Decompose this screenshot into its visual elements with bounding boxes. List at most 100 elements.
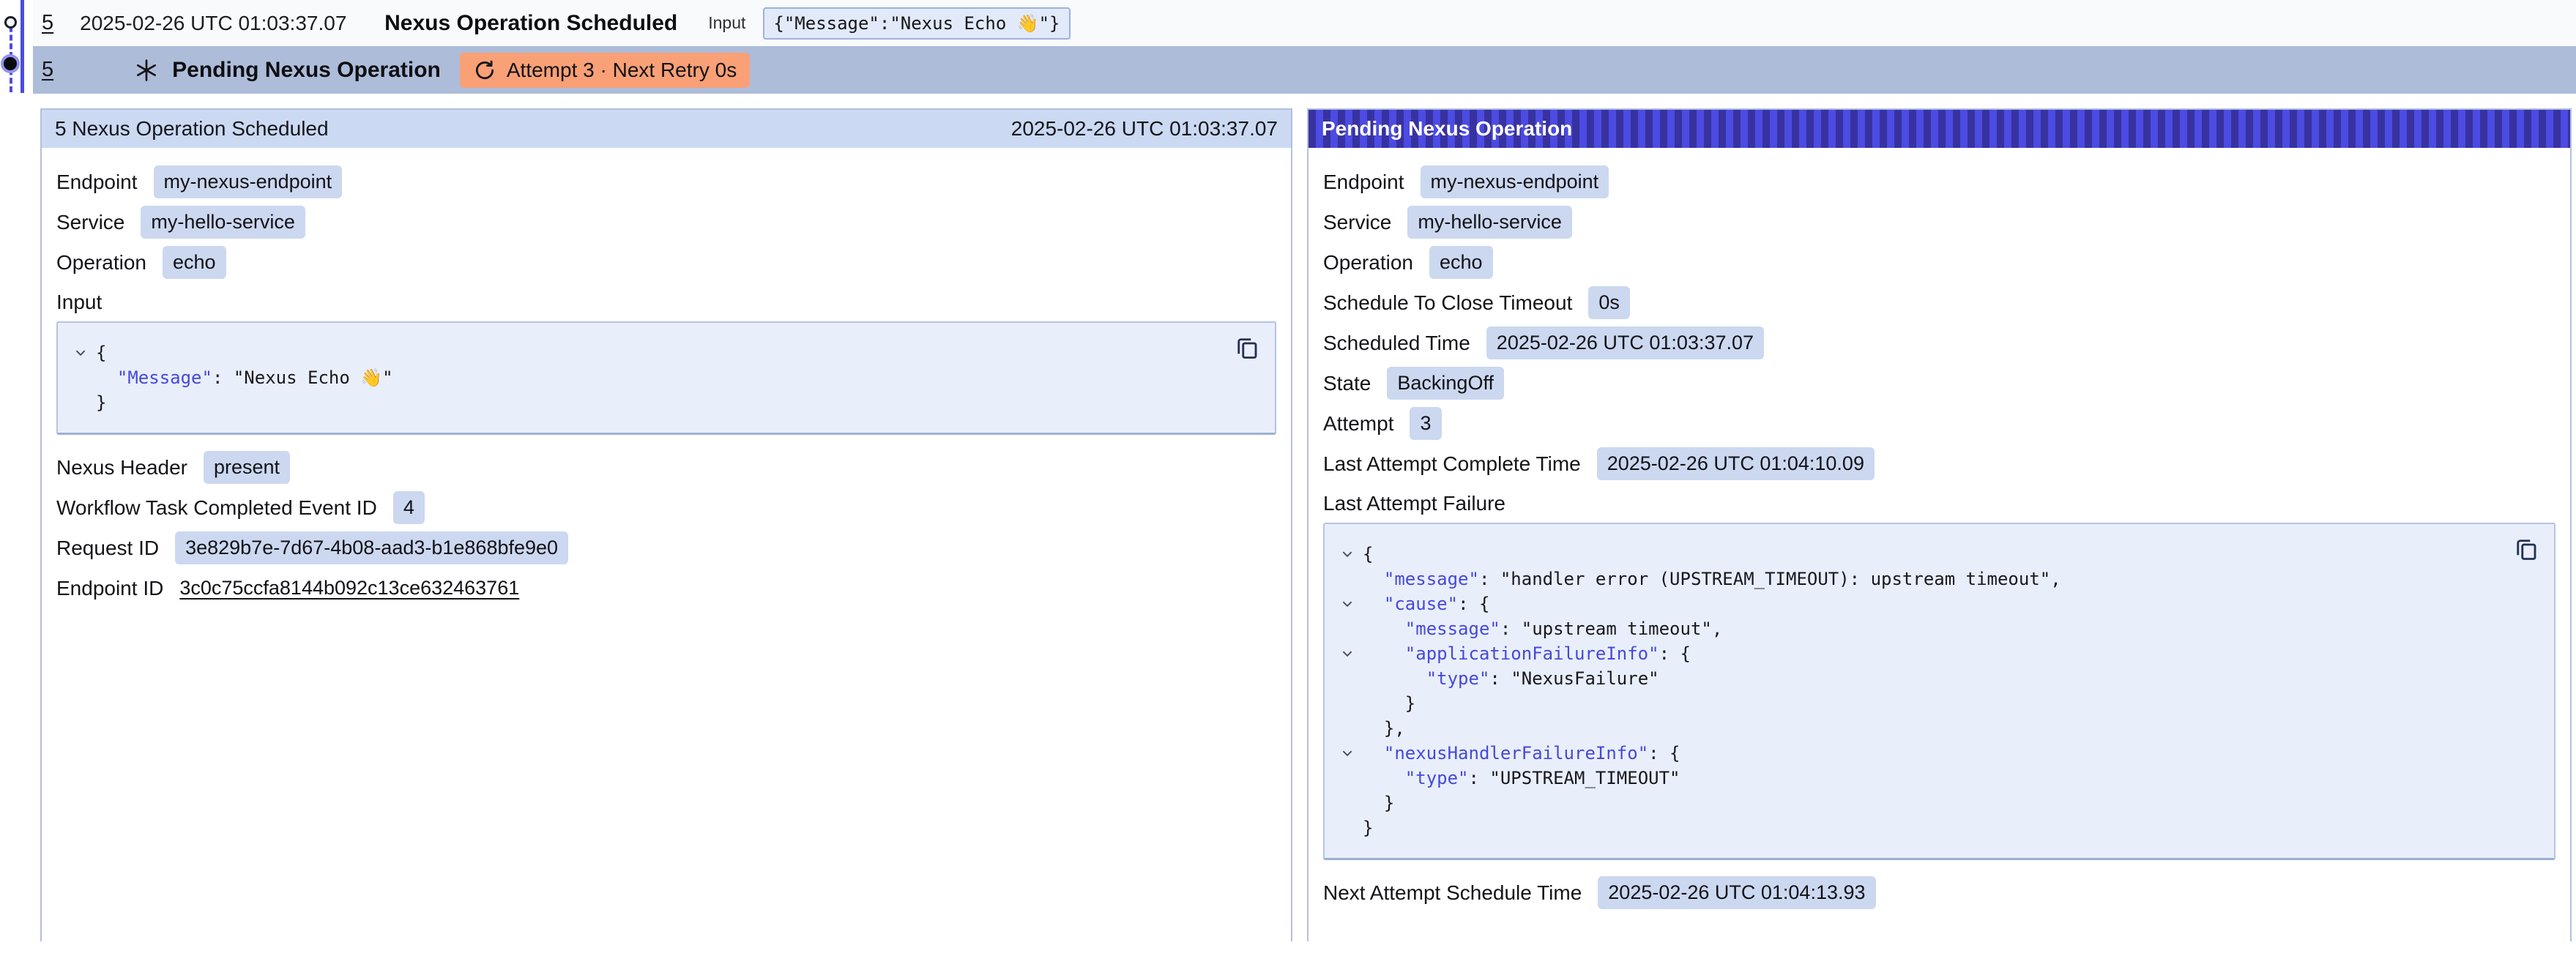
- event-title: Nexus Operation Scheduled: [384, 11, 677, 36]
- endpoint-id-link[interactable]: 3c0c75ccfa8144b092c13ce632463761: [179, 577, 519, 600]
- scheduled-panel-timestamp: 2025-02-26 UTC 01:03:37.07: [1011, 117, 1278, 141]
- field-row: Schedule To Close Timeout 0s: [1323, 286, 2555, 319]
- field-row: Service my-hello-service: [56, 206, 1276, 239]
- field-row: Operation echo: [56, 246, 1276, 279]
- field-value-chip: my-hello-service: [141, 206, 305, 239]
- field-row: Service my-hello-service: [1323, 206, 2555, 239]
- retry-status-badge: Attempt 3 · Next Retry 0s: [460, 53, 750, 88]
- code-line: "type": "UPSTREAM_TIMEOUT": [1332, 766, 2503, 791]
- field-label: Workflow Task Completed Event ID: [56, 496, 377, 520]
- code-line: }: [1332, 815, 2503, 840]
- code-line: "message": "handler error (UPSTREAM_TIME…: [1332, 567, 2503, 591]
- code-line: "applicationFailureInfo": {: [1332, 641, 2503, 666]
- field-value-chip: 2025-02-26 UTC 01:03:37.07: [1486, 326, 1764, 359]
- field-label: Last Attempt Complete Time: [1323, 452, 1581, 476]
- pending-panel-title: Pending Nexus Operation: [1322, 117, 1572, 141]
- field-value-chip: 2025-02-26 UTC 01:04:10.09: [1597, 447, 1875, 480]
- scheduled-panel-header: 5 Nexus Operation Scheduled 2025-02-26 U…: [42, 110, 1291, 148]
- field-row: Endpoint my-nexus-endpoint: [1323, 165, 2555, 198]
- code-line: },: [1332, 716, 2503, 741]
- field-label: Endpoint: [1323, 171, 1404, 194]
- field-value-chip: present: [204, 451, 290, 484]
- collapse-chevron-icon[interactable]: [65, 346, 96, 359]
- field-label: Endpoint: [56, 171, 138, 194]
- field-value-chip: my-nexus-endpoint: [1421, 165, 1609, 198]
- field-label: Request ID: [56, 537, 159, 560]
- field-value-chip: echo: [163, 246, 226, 279]
- field-row: Request ID 3e829b7e-7d67-4b08-aad3-b1e86…: [56, 531, 1276, 564]
- field-row: Operation echo: [1323, 246, 2555, 279]
- event-row-pending[interactable]: 5 Pending Nexus Operation Attempt 3 · Ne…: [33, 46, 2576, 94]
- code-line: }: [65, 390, 1224, 415]
- code-line: }: [1332, 691, 2503, 716]
- event-id-link[interactable]: 5: [42, 58, 53, 82]
- field-value-chip: echo: [1429, 246, 1493, 279]
- field-label: Next Attempt Schedule Time: [1323, 881, 1582, 905]
- collapse-chevron-icon[interactable]: [1332, 597, 1363, 610]
- scheduled-event-panel: 5 Nexus Operation Scheduled 2025-02-26 U…: [40, 108, 1292, 941]
- field-value-chip: 3e829b7e-7d67-4b08-aad3-b1e868bfe9e0: [175, 531, 568, 564]
- code-line: "type": "NexusFailure": [1332, 666, 2503, 691]
- timeline-dashed-line: [10, 18, 12, 92]
- retry-icon: [473, 59, 496, 82]
- retry-badge-text: Attempt 3 · Next Retry 0s: [507, 59, 737, 82]
- field-row: State BackingOff: [1323, 367, 2555, 400]
- pending-asterisk-icon: [134, 58, 159, 83]
- event-history-view: 5 2025-02-26 UTC 01:03:37.07 Nexus Opera…: [0, 0, 2576, 956]
- field-label: Endpoint ID: [56, 577, 163, 600]
- field-label: Schedule To Close Timeout: [1323, 291, 1572, 315]
- copy-icon[interactable]: [2513, 536, 2539, 562]
- field-label: Service: [56, 211, 124, 234]
- field-value-chip: my-nexus-endpoint: [154, 165, 343, 198]
- code-line: "Message": "Nexus Echo 👋": [65, 365, 1224, 390]
- event-input-label: Input: [708, 13, 745, 33]
- field-row: Endpoint my-nexus-endpoint: [56, 165, 1276, 198]
- field-label: Operation: [56, 251, 146, 275]
- event-marker-hollow-icon: [4, 16, 17, 29]
- code-line: }: [1332, 791, 2503, 815]
- field-value-chip: 2025-02-26 UTC 01:04:13.93: [1598, 876, 1875, 909]
- field-row: Workflow Task Completed Event ID 4: [56, 491, 1276, 524]
- field-label: Attempt: [1323, 412, 1393, 436]
- event-row-scheduled[interactable]: 5 2025-02-26 UTC 01:03:37.07 Nexus Opera…: [33, 0, 2576, 46]
- failure-section-label: Last Attempt Failure: [1323, 492, 2555, 515]
- collapse-chevron-icon[interactable]: [1332, 548, 1363, 561]
- field-label: Nexus Header: [56, 456, 187, 479]
- scheduled-panel-title: 5 Nexus Operation Scheduled: [55, 117, 329, 141]
- selected-group-accent-bar: [21, 0, 24, 93]
- input-section-label: Input: [56, 291, 1276, 314]
- code-line: "message": "upstream timeout",: [1332, 616, 2503, 641]
- collapse-chevron-icon[interactable]: [1332, 747, 1363, 760]
- event-timeline-gutter: [0, 0, 33, 102]
- field-label: Operation: [1323, 251, 1413, 275]
- event-detail-panels: 5 Nexus Operation Scheduled 2025-02-26 U…: [40, 108, 2576, 941]
- event-id-link[interactable]: 5: [42, 11, 53, 35]
- failure-json-viewer: { "message": "handler error (UPSTREAM_TI…: [1323, 523, 2555, 860]
- collapse-chevron-icon[interactable]: [1332, 647, 1363, 660]
- field-label: State: [1323, 372, 1371, 395]
- code-line: "nexusHandlerFailureInfo": {: [1332, 741, 2503, 766]
- event-rows: 5 2025-02-26 UTC 01:03:37.07 Nexus Opera…: [33, 0, 2576, 94]
- field-row: Nexus Header present: [56, 451, 1276, 484]
- field-value-chip: my-hello-service: [1407, 206, 1572, 239]
- event-timestamp: 2025-02-26 UTC 01:03:37.07: [80, 12, 381, 35]
- field-value-chip: 0s: [1588, 286, 1630, 319]
- event-title: Pending Nexus Operation: [172, 58, 441, 83]
- pending-panel-header: Pending Nexus Operation: [1309, 110, 2570, 148]
- field-row: Last Attempt Complete Time 2025-02-26 UT…: [1323, 447, 2555, 480]
- field-row: Next Attempt Schedule Time 2025-02-26 UT…: [1323, 876, 2555, 909]
- field-label: Scheduled Time: [1323, 332, 1470, 355]
- code-line: {: [65, 340, 1224, 365]
- event-marker-filled-icon: [4, 57, 17, 70]
- pending-operation-panel: Pending Nexus Operation Endpoint my-nexu…: [1307, 108, 2572, 941]
- code-line: "cause": {: [1332, 591, 2503, 616]
- field-value-chip: 4: [393, 491, 425, 524]
- code-line: {: [1332, 542, 2503, 567]
- field-value-chip: 3: [1410, 407, 1441, 440]
- event-input-preview-chip: {"Message":"Nexus Echo 👋"}: [763, 7, 1070, 40]
- field-label: Service: [1323, 211, 1391, 234]
- copy-icon[interactable]: [1234, 335, 1260, 361]
- field-row: Attempt 3: [1323, 407, 2555, 440]
- field-value-chip: BackingOff: [1387, 367, 1504, 400]
- field-row: Endpoint ID 3c0c75ccfa8144b092c13ce63246…: [56, 572, 1276, 605]
